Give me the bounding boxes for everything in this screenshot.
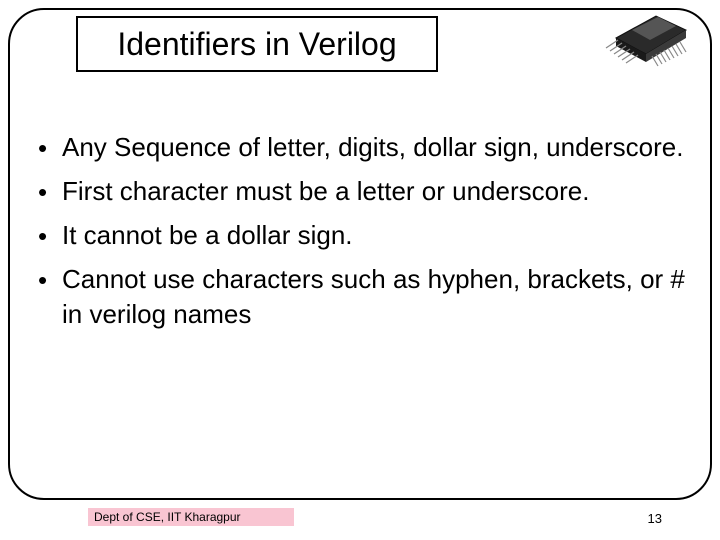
slide: Identifiers in Verilog <box>0 0 720 540</box>
footer-band: Dept of CSE, IIT Kharagpur <box>88 508 294 526</box>
bullet-text: Any Sequence of letter, digits, dollar s… <box>62 130 690 165</box>
slide-title: Identifiers in Verilog <box>117 26 396 63</box>
bullet-text: Cannot use characters such as hyphen, br… <box>62 262 690 332</box>
bullet-item: • It cannot be a dollar sign. <box>38 218 690 254</box>
bullet-dot-icon: • <box>38 130 62 166</box>
page-number: 13 <box>648 511 662 526</box>
bullet-item: • First character must be a letter or un… <box>38 174 690 210</box>
bullet-text: First character must be a letter or unde… <box>62 174 690 209</box>
bullet-dot-icon: • <box>38 174 62 210</box>
bullet-item: • Cannot use characters such as hyphen, … <box>38 262 690 332</box>
title-box: Identifiers in Verilog <box>76 16 438 72</box>
bullet-dot-icon: • <box>38 262 62 298</box>
content-area: • Any Sequence of letter, digits, dollar… <box>38 130 690 340</box>
bullet-item: • Any Sequence of letter, digits, dollar… <box>38 130 690 166</box>
footer-text: Dept of CSE, IIT Kharagpur <box>94 510 241 524</box>
bullet-dot-icon: • <box>38 218 62 254</box>
bullet-text: It cannot be a dollar sign. <box>62 218 690 253</box>
chip-illustration <box>586 2 696 72</box>
